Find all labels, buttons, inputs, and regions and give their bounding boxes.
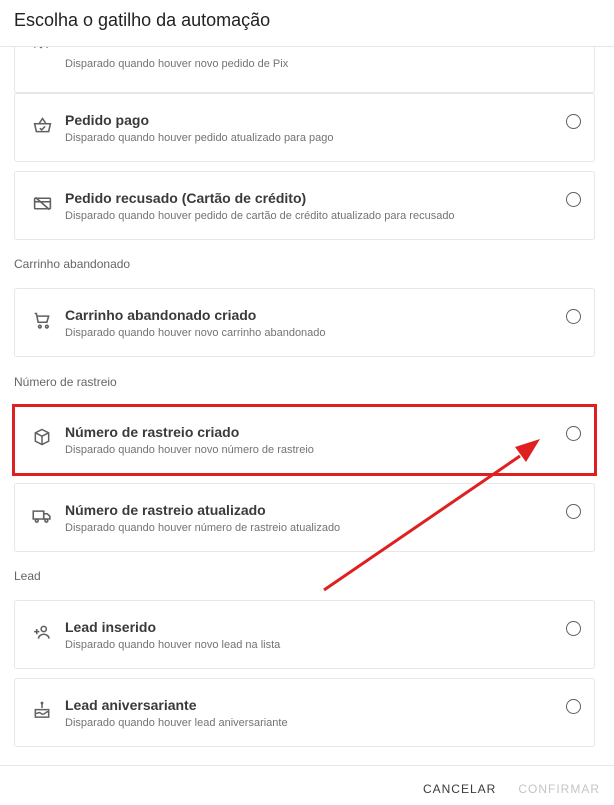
trigger-title: Pedido pago xyxy=(65,112,149,128)
trigger-dialog: Escolha o gatilho da automação Disparado… xyxy=(0,0,614,805)
trigger-radio[interactable] xyxy=(566,699,581,714)
trigger-description: Disparado quando houver novo pedido de P… xyxy=(65,58,289,70)
trigger-title: Lead inserido xyxy=(65,619,157,635)
trigger-lead-aniversariante[interactable]: Lead aniversariante Disparado quando hou… xyxy=(14,678,595,747)
trigger-description: Disparado quando houver novo número de r… xyxy=(65,444,314,456)
trigger-rastreio-atualizado[interactable]: Número de rastreio atualizado Disparado … xyxy=(14,483,595,552)
package-icon xyxy=(31,426,53,448)
actions-divider xyxy=(0,765,614,766)
trigger-description: Disparado quando houver número de rastre… xyxy=(65,522,341,534)
trigger-radio[interactable] xyxy=(566,114,581,129)
confirm-button[interactable]: CONFIRMAR xyxy=(518,782,600,796)
trigger-description: Disparado quando houver pedido atualizad… xyxy=(65,132,334,144)
section-label-carrinho: Carrinho abandonado xyxy=(14,257,131,271)
trigger-description: Disparado quando houver novo carrinho ab… xyxy=(65,327,326,339)
declined-card-icon xyxy=(31,192,53,214)
trigger-title: Lead aniversariante xyxy=(65,697,197,713)
add-user-icon xyxy=(31,621,53,643)
trigger-radio[interactable] xyxy=(566,309,581,324)
trigger-title: Número de rastreio criado xyxy=(65,424,240,440)
cancel-button[interactable]: CANCELAR xyxy=(423,782,496,796)
trigger-rastreio-criado[interactable]: Número de rastreio criado Disparado quan… xyxy=(14,405,595,474)
trigger-radio[interactable] xyxy=(566,504,581,519)
section-label-lead: Lead xyxy=(14,569,41,583)
trigger-pedido-recusado[interactable]: Pedido recusado (Cartão de crédito) Disp… xyxy=(14,171,595,240)
dialog-actions: CANCELAR CONFIRMAR xyxy=(423,782,600,796)
pix-icon xyxy=(31,47,53,60)
trigger-description: Disparado quando houver novo lead na lis… xyxy=(65,639,281,651)
trigger-radio[interactable] xyxy=(566,621,581,636)
trigger-title: Pedido recusado (Cartão de crédito) xyxy=(65,190,307,206)
trigger-lead-inserido[interactable]: Lead inserido Disparado quando houver no… xyxy=(14,600,595,669)
trigger-description: Disparado quando houver pedido de cartão… xyxy=(65,210,455,222)
trigger-pix-card[interactable]: Disparado quando houver novo pedido de P… xyxy=(14,47,595,93)
shopping-cart-icon xyxy=(31,309,53,331)
section-label-rastreio: Número de rastreio xyxy=(14,375,117,389)
trigger-list[interactable]: Disparado quando houver novo pedido de P… xyxy=(0,47,614,765)
trigger-radio[interactable] xyxy=(566,192,581,207)
trigger-description: Disparado quando houver lead aniversaria… xyxy=(65,717,288,729)
trigger-pedido-pago[interactable]: Pedido pago Disparado quando houver pedi… xyxy=(14,93,595,162)
trigger-carrinho-abandonado[interactable]: Carrinho abandonado criado Disparado qua… xyxy=(14,288,595,357)
paid-basket-icon xyxy=(31,114,53,136)
trigger-radio[interactable] xyxy=(566,426,581,441)
trigger-title: Carrinho abandonado criado xyxy=(65,307,257,323)
truck-icon xyxy=(31,504,53,526)
trigger-title: Número de rastreio atualizado xyxy=(65,502,266,518)
birthday-cake-icon xyxy=(31,699,53,721)
dialog-title: Escolha o gatilho da automação xyxy=(14,10,271,30)
